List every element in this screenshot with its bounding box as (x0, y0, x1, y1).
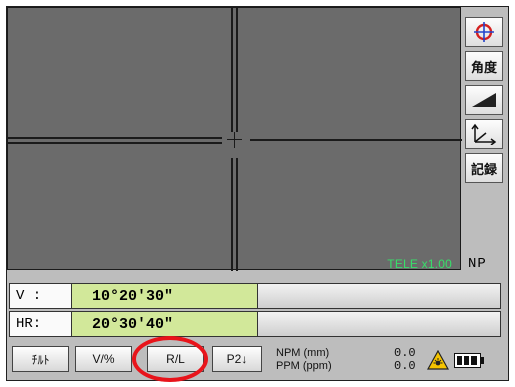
reticle-horizontal-left-lower (8, 142, 222, 144)
laser-warning-icon (427, 350, 449, 370)
slope-button[interactable] (465, 85, 503, 115)
npm-label: NPM (mm) (276, 347, 330, 359)
battery-icon (454, 353, 484, 368)
horizontal-angle-value: 20°30'40" (72, 311, 258, 337)
record-label: 記録 (470, 162, 497, 178)
reticle-vertical-lower-right (236, 158, 238, 271)
reticle-vertical-lower-left (231, 158, 233, 271)
prism-mode-label: NP (468, 256, 487, 272)
crosshair-target-icon (474, 22, 494, 42)
r-l-button[interactable]: R/L (147, 346, 204, 372)
reticle-horizontal-right (250, 139, 462, 141)
telescope-viewfinder: TELE x1.00 (7, 7, 462, 271)
horizontal-angle-fill (258, 311, 501, 337)
slope-ramp-icon (472, 93, 496, 107)
horizontal-angle-row: HR: 20°30'40" (9, 311, 501, 337)
page-2-button[interactable]: P2↓ (212, 346, 262, 372)
zoom-level-label: TELE x1.00 (387, 257, 452, 271)
reticle-vertical-right (236, 8, 238, 132)
coordinate-axes-icon (471, 123, 497, 145)
tilt-button[interactable]: ﾁﾙﾄ (12, 346, 69, 372)
vertical-angle-fill (258, 283, 501, 309)
coordinate-button[interactable] (465, 119, 503, 149)
vertical-angle-row: V : 10°20'30" (9, 283, 501, 309)
angle-button[interactable]: 角度 (465, 51, 503, 81)
vertical-angle-value: 10°20'30" (72, 283, 258, 309)
horizontal-angle-label: HR: (9, 311, 72, 337)
reticle-horizontal-left-upper (8, 137, 222, 139)
ppm-value: 0.0 (394, 359, 416, 373)
reticle-vertical-left (231, 8, 233, 132)
vertical-angle-label: V : (9, 283, 72, 309)
record-button[interactable]: 記録 (465, 153, 503, 183)
reticle-center-v (234, 132, 235, 148)
npm-value: 0.0 (394, 346, 416, 360)
v-percent-button[interactable]: V/% (75, 346, 132, 372)
bottom-function-bar: ﾁﾙﾄ V/% R/L P2↓ NPM (mm) PPM (ppm) 0.0 0… (9, 346, 501, 376)
angle-label: 角度 (470, 60, 497, 76)
target-button[interactable] (465, 17, 503, 47)
ppm-label: PPM (ppm) (276, 360, 332, 372)
